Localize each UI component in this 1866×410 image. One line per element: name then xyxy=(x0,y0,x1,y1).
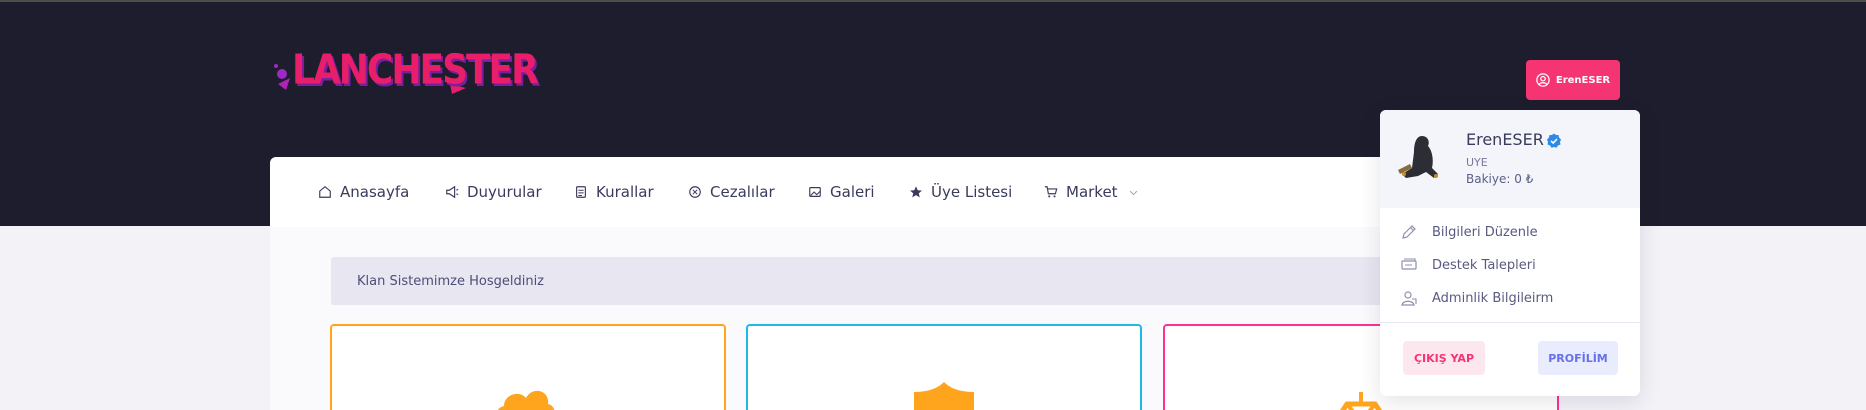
document-icon xyxy=(576,186,586,198)
user-badge-icon xyxy=(1401,291,1417,306)
chevron-down-icon xyxy=(1129,190,1137,195)
user-circle-icon xyxy=(1536,73,1550,87)
cart-icon xyxy=(1044,186,1058,198)
user-dropdown-menu: ErenESER UYE Bakiye: 0 ₺ Bilgileri Düzen… xyxy=(1380,110,1640,396)
x-circle-icon xyxy=(689,186,701,198)
nav-label: Üye Listesi xyxy=(931,183,1013,201)
star-icon xyxy=(910,186,922,198)
profile-button[interactable]: PROFİLİM xyxy=(1538,341,1618,375)
logout-button[interactable]: ÇIKIŞ YAP xyxy=(1403,341,1485,375)
dropdown-header: ErenESER UYE Bakiye: 0 ₺ xyxy=(1380,110,1640,208)
nav-label: Cezalılar xyxy=(710,183,775,201)
image-icon xyxy=(809,187,821,197)
welcome-banner: Klan Sistemimze Hosgeldiniz xyxy=(331,257,1551,305)
pencil-icon xyxy=(1402,225,1416,239)
menu-item-label: Adminlik Bilgileirm xyxy=(1432,290,1554,306)
nav-item-duyurular[interactable]: Duyurular xyxy=(445,157,542,227)
nav-item-anasayfa[interactable]: Anasayfa xyxy=(318,157,409,227)
user-menu-label: ErenESER xyxy=(1555,74,1611,86)
nav-label: Anasayfa xyxy=(340,183,410,201)
nav-label: Galeri xyxy=(830,183,875,201)
nav-item-galeri[interactable]: Galeri xyxy=(808,157,875,227)
nav-item-cezalilar[interactable]: Cezalılar xyxy=(688,157,775,227)
logo-text: LANCHESTER xyxy=(292,46,539,95)
feature-card-1[interactable] xyxy=(330,324,726,410)
nav-label: Duyurular xyxy=(467,183,542,201)
menu-item-admin-info[interactable]: Adminlik Bilgileirm xyxy=(1400,286,1553,310)
dropdown-role: UYE xyxy=(1466,156,1488,169)
top-border xyxy=(0,0,1866,2)
main-navigation: Anasayfa Duyurular Kurallar Cezalılar Ga… xyxy=(270,157,1557,227)
shield-icon xyxy=(914,382,974,410)
menu-item-edit-profile[interactable]: Bilgileri Düzenle xyxy=(1400,220,1538,244)
megaphone-icon xyxy=(446,185,459,199)
avatar[interactable] xyxy=(1392,130,1450,186)
feature-card-2[interactable] xyxy=(746,324,1142,410)
menu-item-label: Bilgileri Düzenle xyxy=(1432,224,1538,240)
nav-item-kurallar[interactable]: Kurallar xyxy=(574,157,654,227)
site-logo[interactable]: LANCHESTER xyxy=(270,44,539,104)
nav-label: Kurallar xyxy=(596,183,654,201)
ticket-icon xyxy=(1401,258,1417,270)
verified-badge-icon xyxy=(1547,133,1561,148)
nav-item-uye-listesi[interactable]: Üye Listesi xyxy=(909,157,1012,227)
user-menu-button[interactable]: ErenESER xyxy=(1526,60,1620,100)
menu-item-label: Destek Talepleri xyxy=(1432,257,1536,273)
menu-item-support-tickets[interactable]: Destek Talepleri xyxy=(1400,253,1536,277)
dropdown-username: ErenESER xyxy=(1466,130,1544,149)
dropdown-divider xyxy=(1380,322,1640,323)
home-icon xyxy=(319,186,331,198)
welcome-text: Klan Sistemimze Hosgeldiniz xyxy=(357,273,545,289)
nav-label: Market xyxy=(1066,183,1118,201)
nav-item-market[interactable]: Market xyxy=(1044,157,1139,227)
dropdown-balance: Bakiye: 0 ₺ xyxy=(1466,172,1534,186)
cloud-check-icon xyxy=(497,390,555,410)
